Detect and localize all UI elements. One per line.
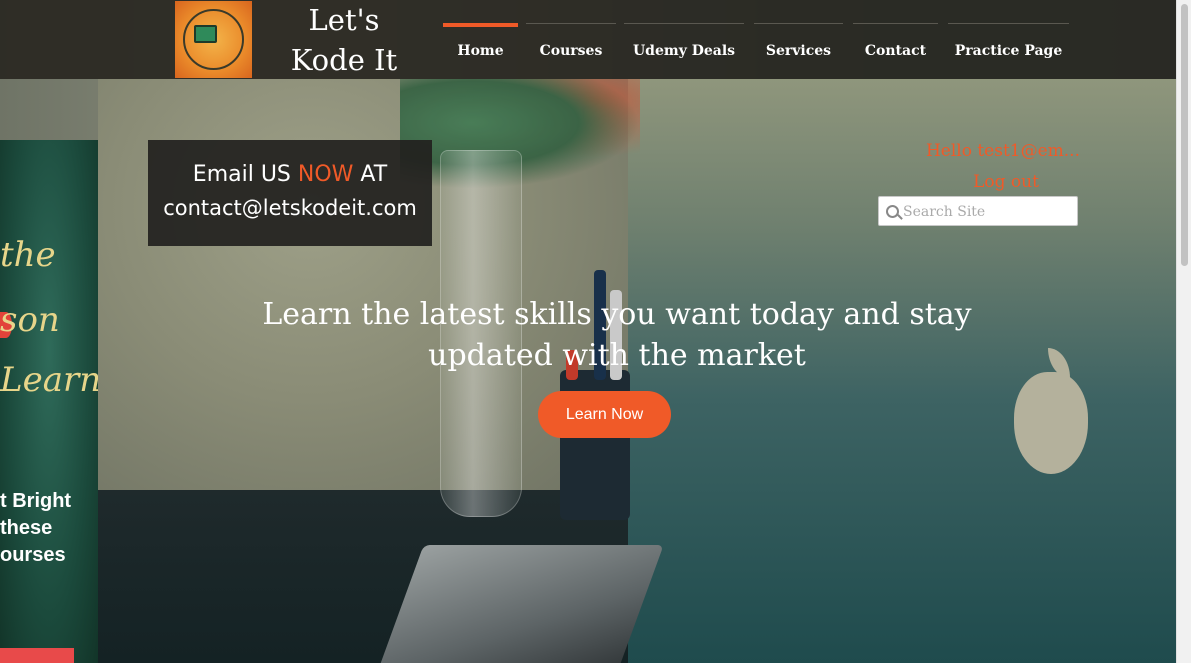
site-title-line: Let's [308, 3, 380, 37]
search-input[interactable] [901, 199, 1075, 225]
apple-logo-icon [1014, 372, 1088, 474]
logout-link[interactable]: Log out [960, 172, 1052, 192]
hero-headline: Learn the latest skills you want today a… [230, 294, 1004, 376]
promo-red-tab [0, 648, 74, 663]
navbar: Let's Kode It Home Courses Udemy Deals S… [0, 0, 1176, 79]
promo-script-line: Learn [0, 360, 98, 400]
promo-script-line: the [0, 235, 56, 275]
laptop-code-icon [194, 25, 217, 43]
email-contact-box: Email US NOW AT contact@letskodeit.com [148, 140, 432, 246]
site-title[interactable]: Let's Kode It [282, 0, 406, 80]
email-prefix: Email US [192, 162, 298, 187]
promo-script-line: son [0, 300, 60, 340]
email-heading: Email US NOW AT [148, 162, 432, 187]
promo-text-line: these [0, 517, 53, 539]
nav-udemy-deals[interactable]: Udemy Deals [624, 23, 744, 79]
laptop-base-image [376, 545, 664, 663]
learn-now-button[interactable]: Learn Now [538, 391, 671, 438]
nav-courses[interactable]: Courses [526, 23, 616, 79]
search-box[interactable] [878, 196, 1078, 226]
promo-text-line: t Bright [0, 490, 72, 512]
promo-banner[interactable]: the son Learn t Bright these ourses [0, 140, 98, 663]
nav-contact[interactable]: Contact [853, 23, 938, 79]
search-icon [886, 205, 899, 218]
site-logo[interactable] [175, 1, 252, 78]
email-address[interactable]: contact@letskodeit.com [148, 196, 432, 220]
nav-home[interactable]: Home [443, 23, 518, 79]
promo-text-line: ourses [0, 544, 66, 566]
scrollbar-thumb[interactable] [1181, 4, 1188, 266]
hero-headline-line: updated with the market [428, 338, 806, 373]
hero-headline-line: Learn the latest skills you want today a… [262, 297, 972, 332]
email-suffix: AT [353, 162, 388, 187]
nav-services[interactable]: Services [754, 23, 843, 79]
nav-practice-page[interactable]: Practice Page [948, 23, 1069, 79]
site-title-line: Kode It [290, 43, 398, 77]
user-greeting[interactable]: Hello test1@em... [900, 141, 1080, 161]
email-highlight: NOW [297, 162, 354, 187]
